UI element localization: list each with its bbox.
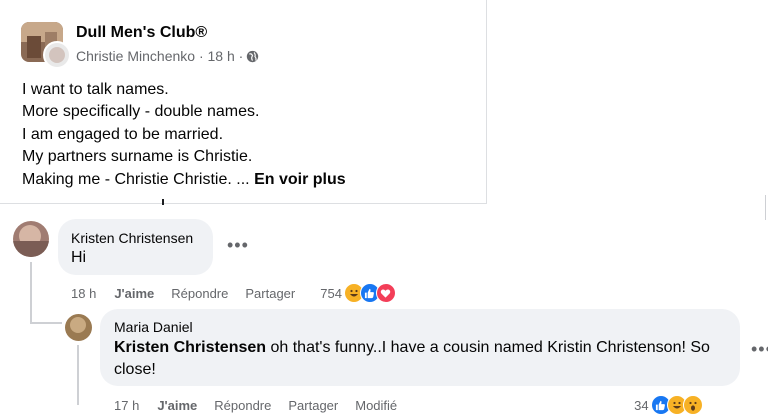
wow-icon <box>682 395 703 415</box>
reaction-count[interactable]: 754 <box>320 286 342 301</box>
edited-label: Modifié <box>355 397 398 413</box>
like-button[interactable]: J'aime <box>114 286 154 301</box>
post-line: My partners surname is Christie. <box>22 148 253 166</box>
thread-line <box>30 262 32 324</box>
thread-line <box>77 345 79 405</box>
see-more-link[interactable]: En voir plus <box>254 171 346 188</box>
comment-actions: 17 h J'aime Répondre Partager Modifié 34 <box>114 395 703 415</box>
thread-line <box>30 322 62 324</box>
avatar[interactable] <box>65 314 92 341</box>
post-author-line[interactable]: Christie Minchenko · 18 h · <box>76 48 243 64</box>
reply-button[interactable]: Répondre <box>171 286 228 301</box>
comment-time[interactable]: 17 h <box>114 398 139 413</box>
love-icon <box>375 283 396 303</box>
truncated-divider <box>162 199 164 205</box>
post-card: Dull Men's Club® Christie Minchenko · 18… <box>0 0 487 205</box>
comment-text: Kristen Christensen oh that's funny..I h… <box>114 337 729 381</box>
comment-time[interactable]: 18 h <box>71 286 96 301</box>
author-avatar[interactable] <box>43 41 71 69</box>
mention-link[interactable]: Kristen Christensen <box>114 339 266 356</box>
comment-text: Hi <box>71 249 87 266</box>
reaction-icons[interactable] <box>650 395 703 415</box>
post-meta: Christie Minchenko · 18 h · <box>76 48 259 64</box>
more-options-icon[interactable]: ••• <box>227 235 249 256</box>
post-line-last: Making me - Christie Christie. ... En vo… <box>22 169 346 191</box>
reaction-count[interactable]: 34 <box>634 398 648 413</box>
post-line: I am engaged to be married. <box>22 125 224 143</box>
comment-author[interactable]: Kristen Christensen <box>71 230 193 246</box>
scroll-edge <box>765 195 766 220</box>
post-line: More specifically - double names. <box>22 103 260 121</box>
more-options-icon[interactable]: ••• <box>751 339 768 360</box>
avatar[interactable] <box>13 221 49 257</box>
like-button[interactable]: J'aime <box>157 398 197 413</box>
share-button[interactable]: Partager <box>245 286 295 301</box>
globe-icon <box>247 50 259 62</box>
reaction-icons[interactable] <box>343 283 396 303</box>
post-body: I want to talk names. More specifically … <box>22 79 346 191</box>
post-line: Making me - Christie Christie. ... <box>22 170 250 188</box>
share-button[interactable]: Partager <box>288 398 338 413</box>
group-name[interactable]: Dull Men's Club® <box>76 24 207 42</box>
comment-actions: 18 h J'aime Répondre Partager 754 <box>71 283 396 303</box>
comment-bubble: Kristen Christensen Hi <box>58 219 213 275</box>
reply-button[interactable]: Répondre <box>214 398 271 413</box>
comment-author[interactable]: Maria Daniel <box>114 319 193 335</box>
comment-bubble: Maria Daniel Kristen Christensen oh that… <box>100 309 740 386</box>
post-line: I want to talk names. <box>22 81 169 98</box>
